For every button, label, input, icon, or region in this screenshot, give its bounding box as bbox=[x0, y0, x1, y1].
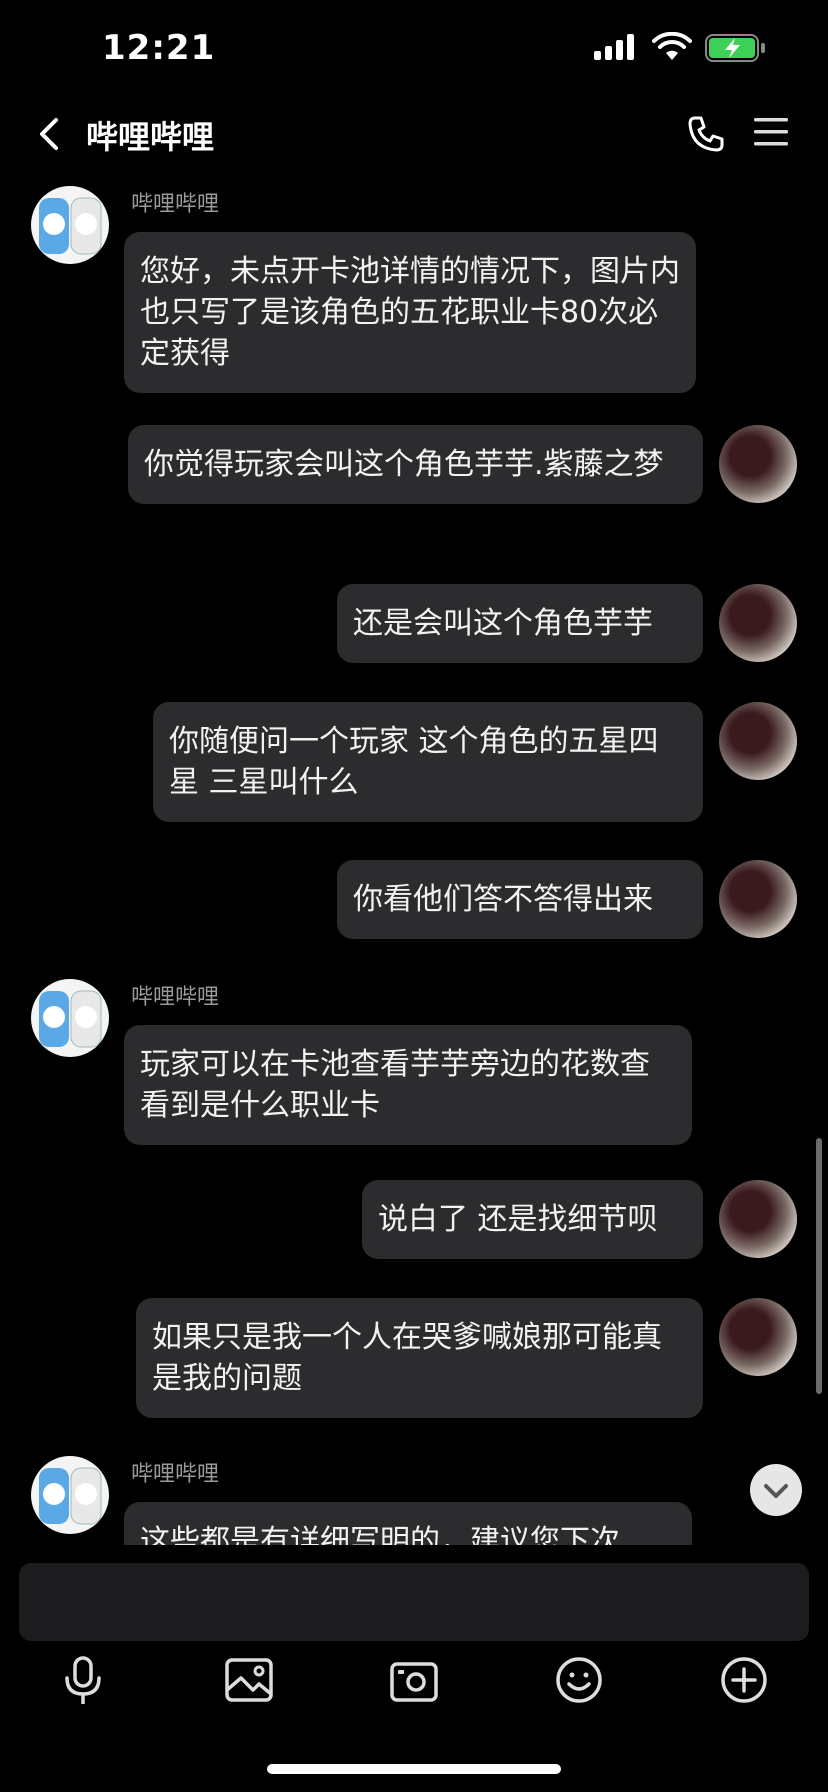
home-indicator[interactable] bbox=[267, 1764, 561, 1774]
scroll-to-bottom-button[interactable] bbox=[750, 1464, 802, 1516]
message-bubble-sent[interactable]: 说白了 还是找细节呗 bbox=[362, 1180, 703, 1259]
sender-name: 哔哩哔哩 bbox=[131, 985, 220, 1010]
cellular-signal-icon bbox=[594, 34, 634, 60]
wifi-icon bbox=[652, 32, 692, 60]
message-bubble-received[interactable]: 玩家可以在卡池查看芋芋旁边的花数查看到是什么职业卡 bbox=[124, 1025, 692, 1145]
plus-icon[interactable] bbox=[714, 1650, 774, 1710]
sender-name: 哔哩哔哩 bbox=[131, 192, 220, 217]
menu-icon[interactable] bbox=[754, 116, 788, 148]
status-time: 12:21 bbox=[102, 28, 216, 68]
emoji-icon[interactable] bbox=[549, 1650, 609, 1710]
user-avatar[interactable] bbox=[719, 1180, 797, 1258]
message-bubble-sent[interactable]: 你看他们答不答得出来 bbox=[337, 860, 703, 939]
user-avatar[interactable] bbox=[719, 584, 797, 662]
message-bubble-received[interactable]: 您好，未点开卡池详情的情况下，图片内也只写了是该角色的五花职业卡80次必定获得 bbox=[124, 232, 696, 393]
battery-charging-icon bbox=[705, 34, 765, 62]
bot-avatar[interactable] bbox=[31, 186, 109, 264]
sender-name: 哔哩哔哩 bbox=[131, 1462, 220, 1487]
message-input[interactable] bbox=[19, 1563, 809, 1641]
phone-call-icon[interactable] bbox=[686, 114, 726, 154]
message-bubble-sent[interactable]: 还是会叫这个角色芋芋 bbox=[337, 584, 703, 663]
chat-title: 哔哩哔哩 bbox=[86, 118, 215, 156]
message-bubble-sent[interactable]: 你随便问一个玩家 这个角色的五星四星 三星叫什么 bbox=[153, 702, 703, 822]
message-bubble-sent[interactable]: 如果只是我一个人在哭爹喊娘那可能真是我的问题 bbox=[136, 1298, 703, 1418]
back-chevron-icon[interactable] bbox=[30, 114, 70, 154]
scroll-indicator[interactable] bbox=[816, 1138, 822, 1394]
message-bubble-sent[interactable]: 你觉得玩家会叫这个角色芋芋.紫藤之梦 bbox=[128, 425, 703, 504]
user-avatar[interactable] bbox=[719, 1298, 797, 1376]
chat-header: 哔哩哔哩 bbox=[0, 100, 828, 188]
camera-icon[interactable] bbox=[384, 1650, 444, 1710]
image-icon[interactable] bbox=[219, 1650, 279, 1710]
microphone-icon[interactable] bbox=[53, 1650, 113, 1710]
chevron-down-icon bbox=[764, 1484, 788, 1498]
input-toolbar bbox=[0, 1650, 828, 1710]
message-list[interactable]: 哔哩哔哩 您好，未点开卡池详情的情况下，图片内也只写了是该角色的五花职业卡80次… bbox=[0, 180, 828, 1545]
user-avatar[interactable] bbox=[719, 425, 797, 503]
user-avatar[interactable] bbox=[719, 860, 797, 938]
bot-avatar[interactable] bbox=[31, 979, 109, 1057]
status-bar: 12:21 bbox=[0, 0, 828, 100]
message-bubble-received[interactable]: 这些都是有详细写明的，建议您下次 bbox=[124, 1502, 692, 1545]
user-avatar[interactable] bbox=[719, 702, 797, 780]
bot-avatar[interactable] bbox=[31, 1456, 109, 1534]
